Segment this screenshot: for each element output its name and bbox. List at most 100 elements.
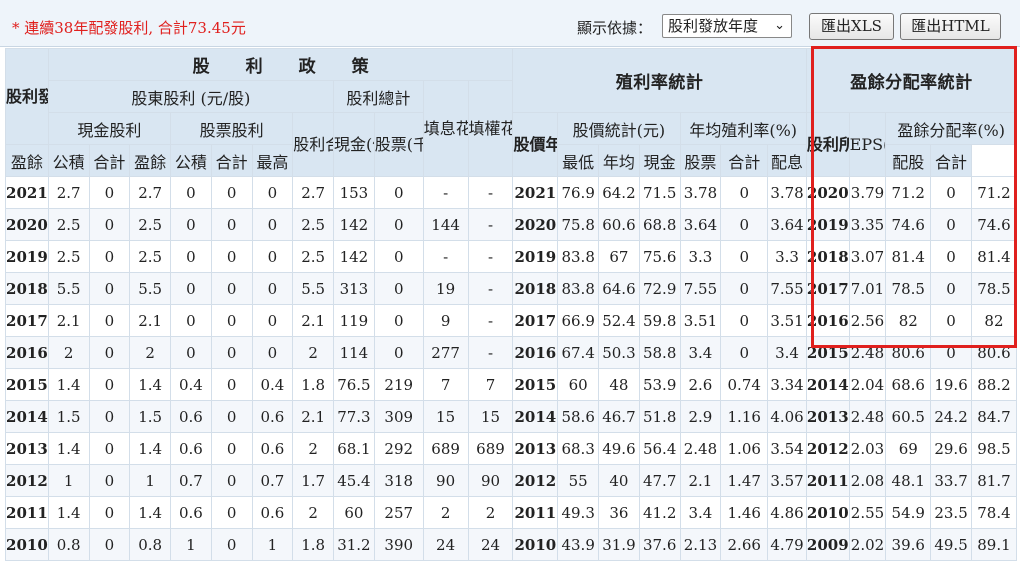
table-cell: 45.4 [333,464,375,497]
table-cell: 81.4 [885,240,932,273]
table-cell: 2018 [512,272,559,305]
table-cell: 60.5 [885,400,932,433]
table-cell: 2.55 [848,496,887,529]
table-cell: 1.5 [129,400,172,433]
table-cell: 0 [930,240,972,273]
table-cell: 119 [333,304,375,337]
table-cell: 0 [373,240,424,273]
table-cell: 23.5 [930,496,972,529]
table-cell: 3.51 [679,304,722,337]
header-capital-reserve: 公積 [47,144,90,177]
table-cell: 2.48 [848,400,887,433]
table-cell: - [467,336,514,369]
header-payout-stats: 盈餘分配率統計 [805,48,1018,113]
table-cell: 56.4 [638,432,681,465]
table-cell: 2.1 [292,400,335,433]
header-yield-stats: 殖利率統計 [512,48,807,113]
table-row: 2021 2.7 0 2.7 0 0 0 2.7 153 0- -2021 76.9 64.2 71.5 3… [5,176,1018,209]
table-cell: 0.7 [170,464,212,497]
table-cell: 0 [251,336,294,369]
table-cell: 0 [720,336,769,369]
table-cell: - [422,240,469,273]
table-cell: 0 [170,336,212,369]
table-cell: 1 [47,464,90,497]
table-cell: 2010 [512,528,559,561]
header-dividend-total: 股利總計 [333,80,424,113]
table-cell: 2 [129,336,172,369]
table-cell: 68.3 [557,432,600,465]
table-cell: 3.3 [679,240,722,273]
table-cell: 689 [422,432,469,465]
export-xls-button[interactable]: 匯出XLS [809,13,894,40]
table-cell: 2017 [805,272,850,305]
table-cell: 82 [885,304,932,337]
table-cell: 2.6 [679,368,722,401]
header-payout-year: 股利發放年度 [5,48,49,145]
table-cell: 7 [422,368,469,401]
table-cell: 0 [930,304,972,337]
header-eps: EPS(元) [848,112,887,177]
table-cell: 3.4 [679,336,722,369]
table-cell: 83.8 [557,272,600,305]
table-cell: 0 [210,336,253,369]
header-subtotal: 合計 [210,144,253,177]
table-cell: 0 [930,208,972,241]
table-cell: 277 [422,336,469,369]
header-subtotal: 合計 [720,144,769,177]
table-cell: 2013 [512,432,559,465]
table-cell: 309 [373,400,424,433]
table-cell: 2.1 [47,304,90,337]
table-cell: 9 [422,304,469,337]
table-cell: 2.9 [679,400,722,433]
table-cell: 0 [251,272,294,305]
table-cell: 0 [251,208,294,241]
table-cell: 76.9 [557,176,600,209]
table-cell: 2019 [5,240,49,273]
table-cell: 2.5 [47,240,90,273]
table-row: 2016 2 0 2 0 0 0 2 114 0 277-2016 67.4 50.3 58.8 3.4 0 3… [5,336,1018,369]
table-cell: 2.5 [292,208,335,241]
table-cell: 2018 [5,272,49,305]
table-cell: 2 [292,432,335,465]
table-cell: 46.7 [598,400,640,433]
table-cell: 2012 [512,464,559,497]
table-cell: 0.6 [251,400,294,433]
header-earnings: 盈餘 [129,144,172,177]
table-cell: 2019 [805,208,850,241]
table-cell: 24 [467,528,514,561]
table-cell: 39.6 [885,528,932,561]
table-cell: 0 [170,304,212,337]
table-cell: 144 [422,208,469,241]
table-cell: 2011 [5,496,49,529]
table-cell: 2010 [5,528,49,561]
table-cell: 2020 [512,208,559,241]
header-earnings: 盈餘 [5,144,49,177]
header-payout-stock: 配股 [885,144,932,177]
table-cell: 98.5 [970,432,1018,465]
table-cell: 15 [467,400,514,433]
table-cell: 0.4 [170,368,212,401]
export-html-button[interactable]: 匯出HTML [900,13,1001,40]
table-cell: 74.6 [970,208,1018,241]
table-cell: 54.9 [885,496,932,529]
header-subtotal: 合計 [88,144,131,177]
table-cell: 75.8 [557,208,600,241]
table-cell: 0 [170,208,212,241]
table-cell: 50.3 [598,336,640,369]
table-cell: 51.8 [638,400,681,433]
table-cell: 2013 [805,400,850,433]
table-cell: 60 [557,368,600,401]
table-cell: 7.55 [679,272,722,305]
table-cell: 1 [170,528,212,561]
table-cell: 1.8 [292,528,335,561]
table-cell: 80.6 [970,336,1018,369]
header-stock-kshares: 股票(千張) [373,112,424,177]
sort-select[interactable]: 股利發放年度 ⌄ [662,14,792,38]
table-cell: 2.04 [848,368,887,401]
dividend-summary: * 連續38年配發股利, 合計73.45元 [12,19,246,37]
table-cell: 0.7 [251,464,294,497]
table-row: 2018 5.5 0 5.5 0 0 0 5.5 313 0 19-2018 83.8 64.6 72.9… [5,272,1018,305]
table-cell: 1.47 [720,464,769,497]
table-cell: 0 [210,208,253,241]
table-cell: 114 [333,336,375,369]
